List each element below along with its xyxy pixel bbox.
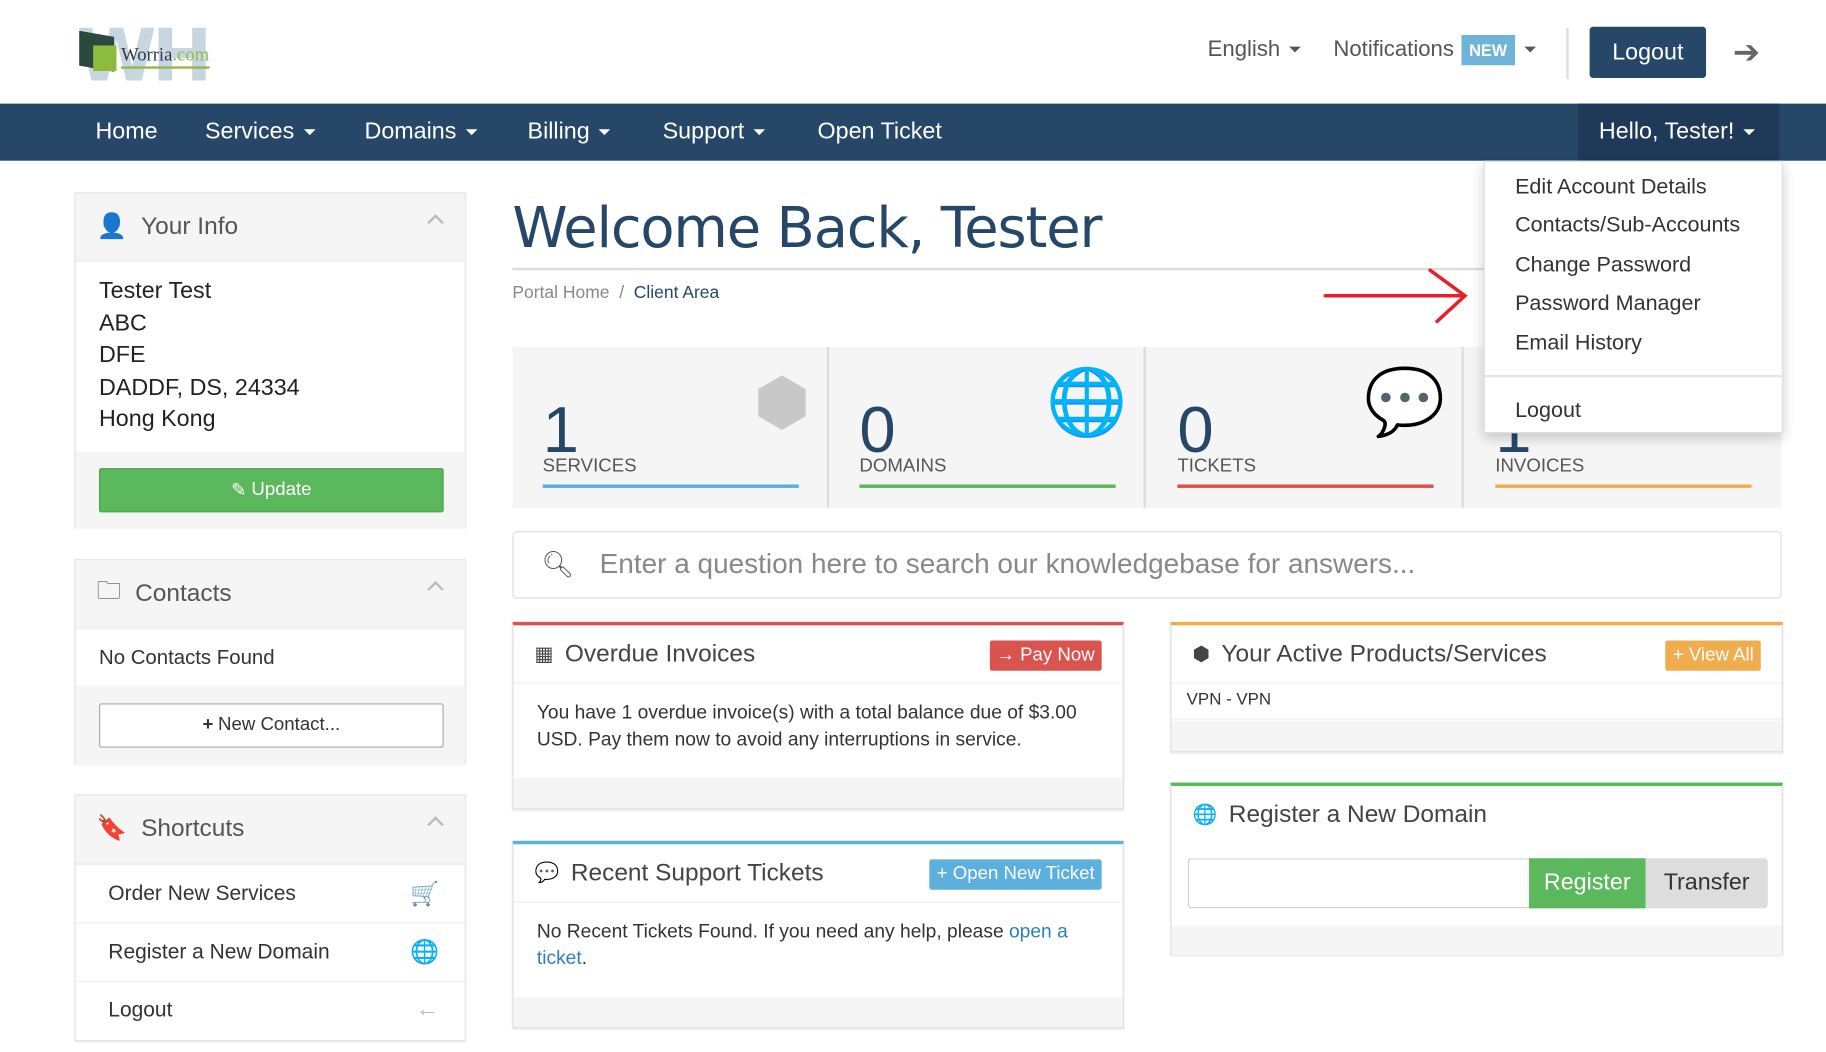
update-button[interactable]: ✎ Update <box>98 468 444 513</box>
overdue-invoices-card: ▦ Overdue Invoices → Pay Now You have 1 ov… <box>512 621 1124 810</box>
knowledgebase-search-input[interactable]: 🔍︎ Enter a question here to search our kn… <box>512 531 1782 599</box>
calculator-icon: ▦ <box>534 642 554 665</box>
globe-icon: 🌐 <box>1192 803 1218 826</box>
caret-down-icon <box>1289 47 1302 53</box>
shortcut-logout[interactable]: Logout ← <box>75 980 465 1039</box>
globe-icon: 🌐 <box>410 939 440 966</box>
page-title: Welcome Back, Tester <box>512 195 1102 261</box>
logout-button[interactable]: Logout <box>1589 26 1707 79</box>
stat-domains[interactable]: 🌐 0 DOMAINS <box>829 347 1146 508</box>
globe-icon: 🌐 <box>1046 364 1128 438</box>
nav-open-ticket[interactable]: Open Ticket <box>818 104 942 161</box>
menu-edit-account[interactable]: Edit Account Details <box>1515 174 1707 200</box>
shortcut-order-services[interactable]: Order New Services 🛒 <box>75 864 465 922</box>
breadcrumb: Portal Home / Client Area <box>512 282 720 303</box>
folder-icon: 🗀 <box>96 577 122 604</box>
language-dropdown[interactable]: English <box>1208 37 1302 63</box>
cart-icon: 🛒 <box>410 881 440 908</box>
main-navbar: Home Services Domains Billing Support Op… <box>0 103 1826 161</box>
shortcut-register-domain[interactable]: Register a New Domain 🌐 <box>75 922 465 980</box>
chevron-up-icon <box>427 581 444 598</box>
domain-input[interactable] <box>1187 858 1531 909</box>
menu-logout[interactable]: Logout <box>1515 397 1581 423</box>
user-icon: 👤 <box>96 213 128 240</box>
your-info-panel: 👤 Your Info Tester Test ABC DFE DADDF, DS, 2… <box>74 192 466 529</box>
nav-services[interactable]: Services <box>205 104 316 161</box>
cube-icon: ⬢ <box>1192 642 1210 665</box>
transfer-button[interactable]: Transfer <box>1645 858 1768 909</box>
annotation-arrow-icon <box>1323 268 1468 324</box>
menu-contacts[interactable]: Contacts/Sub-Accounts <box>1515 212 1740 238</box>
nav-billing[interactable]: Billing <box>528 104 611 161</box>
user-menu-toggle[interactable]: Hello, Tester! <box>1577 103 1780 161</box>
support-tickets-card: 💬 Recent Support Tickets + Open New Ticket… <box>512 840 1124 1029</box>
register-button[interactable]: Register <box>1529 858 1646 909</box>
menu-change-password[interactable]: Change Password <box>1515 252 1691 278</box>
chevron-up-icon <box>427 214 444 231</box>
stat-services[interactable]: ⬢ 1 SERVICES <box>512 347 830 508</box>
search-icon: 🔍︎ <box>541 549 575 579</box>
cube-icon: ⬢ <box>753 364 811 438</box>
new-contact-button[interactable]: + New Contact... <box>98 703 444 748</box>
view-all-button[interactable]: + View All <box>1665 640 1761 671</box>
register-domain-card: 🌐 Register a New Domain Register Transfer <box>1170 782 1783 955</box>
arrow-left-icon: ← <box>415 996 440 1023</box>
product-item[interactable]: VPN - VPN <box>1171 684 1782 720</box>
chevron-up-icon <box>427 816 444 833</box>
active-products-card: ⬢ Your Active Products/Services + View All… <box>1170 621 1783 753</box>
nav-domains[interactable]: Domains <box>365 104 478 161</box>
new-badge: NEW <box>1460 34 1516 66</box>
menu-password-manager[interactable]: Password Manager <box>1515 290 1701 316</box>
nav-home[interactable]: Home <box>95 104 157 161</box>
user-dropdown-menu: Edit Account Details Contacts/Sub-Accoun… <box>1483 160 1783 434</box>
address-block: Tester Test ABC DFE DADDF, DS, 24334 Hong Ko… <box>98 278 300 433</box>
comments-icon: 💬 <box>534 861 560 884</box>
bookmark-icon: 🔖 <box>96 815 128 842</box>
notifications-dropdown[interactable]: Notifications NEW <box>1333 34 1537 66</box>
sign-out-icon[interactable]: ➔ <box>1733 33 1760 71</box>
nav-support[interactable]: Support <box>663 104 766 161</box>
logo[interactable]: WH Worria.com <box>77 13 221 98</box>
open-new-ticket-button[interactable]: + Open New Ticket <box>929 859 1102 890</box>
caret-down-icon <box>1524 47 1537 53</box>
your-info-header[interactable]: 👤 Your Info <box>75 193 465 263</box>
pencil-icon: ✎ <box>231 480 247 501</box>
comments-icon: 💬 <box>1363 364 1446 438</box>
contacts-panel: 🗀 Contacts No Contacts Found + New Contact… <box>74 558 466 766</box>
shortcuts-panel: 🔖 Shortcuts Order New Services 🛒 Register … <box>74 794 466 1042</box>
pay-now-button[interactable]: → Pay Now <box>989 640 1102 671</box>
menu-email-history[interactable]: Email History <box>1515 330 1642 356</box>
stat-tickets[interactable]: 💬 0 TICKETS <box>1147 347 1464 508</box>
